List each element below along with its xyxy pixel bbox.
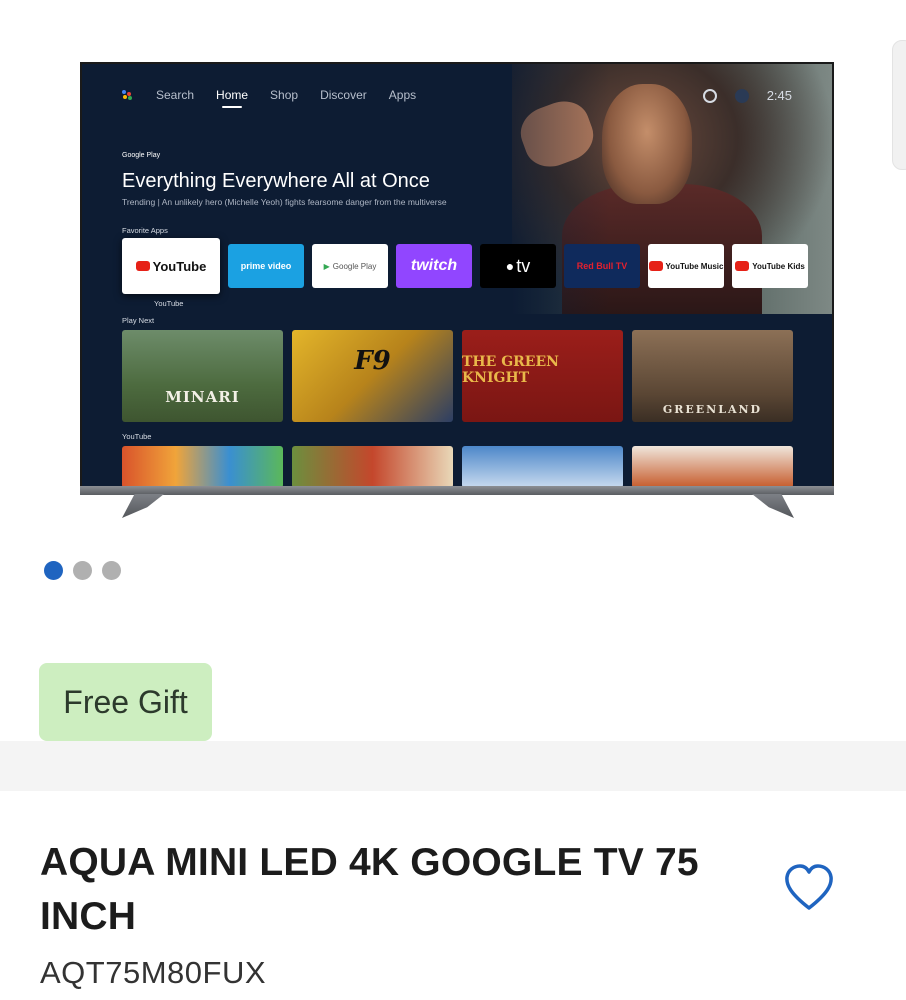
carousel-dot-2[interactable]	[73, 561, 92, 580]
tv-brand-label: Google Play	[122, 152, 161, 159]
app-tile-red-bull-tv: Red Bull TV	[564, 244, 640, 288]
app-tile-prime-video: prime video	[228, 244, 304, 288]
app-tile-twitch: twitch	[396, 244, 472, 288]
app-tile-google-play: ▶ Google Play	[312, 244, 388, 288]
free-gift-badge: Free Gift	[39, 663, 212, 741]
tv-nav-shop: Shop	[270, 88, 299, 102]
tv-feature-subtitle: Trending | An unlikely hero (Michelle Ye…	[122, 197, 447, 207]
app-tile-youtube-kids: YouTube Kids	[732, 244, 808, 288]
card-title: MINARI	[165, 388, 240, 406]
tv-play-next-row: MINARI F9 THE GREEN KNIGHT GREENLAND	[122, 330, 793, 422]
profile-icon	[734, 88, 749, 103]
tv-clock: 2:45	[766, 88, 792, 103]
tv-stand-left	[122, 494, 164, 518]
tv-youtube-row-label: YouTube	[122, 432, 152, 441]
youtube-card	[462, 446, 623, 488]
product-title: AQUA MINI LED 4K GOOGLE TV 75 INCH	[40, 841, 699, 938]
play-next-card: MINARI	[122, 330, 283, 422]
gear-icon	[702, 88, 717, 103]
apple-icon: ●	[505, 258, 515, 274]
app-label: twitch	[410, 257, 458, 274]
tv-feature-title: Everything Everywhere All at Once	[122, 170, 430, 192]
app-label: tv	[516, 255, 531, 276]
gallery-side-handle[interactable]	[892, 40, 906, 170]
tv-nav-home: Home	[216, 88, 249, 108]
app-tile-youtube: YouTube	[122, 238, 220, 294]
app-label: prime video	[240, 261, 292, 271]
tv-nav-search: Search	[156, 88, 195, 102]
carousel-dot-1[interactable]	[44, 561, 63, 580]
youtube-icon	[135, 261, 150, 271]
product-sku: AQT75M80FUX	[40, 955, 267, 990]
play-next-card: THE GREEN KNIGHT	[462, 330, 623, 422]
app-label: Red Bull TV	[576, 261, 628, 271]
section-divider	[0, 741, 906, 791]
google-assistant-icon	[122, 90, 132, 100]
card-title: F9	[354, 346, 391, 376]
tv-favorite-apps-label: Favorite Apps	[122, 226, 168, 235]
play-next-card: GREENLAND	[632, 330, 793, 422]
wishlist-button[interactable]	[781, 861, 837, 915]
app-label: YouTube Music	[665, 261, 724, 271]
youtube-kids-icon	[735, 261, 750, 271]
tv-bezel	[80, 486, 834, 495]
app-label: YouTube	[152, 258, 207, 274]
card-title: THE GREEN KNIGHT	[462, 354, 559, 386]
tv-status-bar: 2:45	[702, 88, 792, 103]
tv-nav-bar: Search Home Shop Discover Apps	[122, 88, 417, 108]
youtube-card	[122, 446, 283, 488]
card-title: GREENLAND	[662, 403, 763, 416]
tv-app-row: YouTube prime video ▶ Google Play twitch …	[122, 238, 808, 294]
youtube-card	[632, 446, 793, 488]
heart-icon	[785, 864, 833, 910]
youtube-music-icon	[648, 261, 663, 271]
play-next-card: F9	[292, 330, 453, 422]
app-tile-youtube-music: YouTube Music	[648, 244, 724, 288]
tv-nav-discover: Discover	[320, 88, 367, 102]
tv-play-next-label: Play Next	[122, 316, 155, 325]
tv-stand-right	[752, 494, 794, 518]
product-image-gallery[interactable]: Search Home Shop Discover Apps 2:45 Goog…	[0, 0, 906, 620]
app-label: Google Play	[332, 261, 377, 271]
google-play-icon: ▶	[323, 261, 330, 271]
tv-focused-app-caption: YouTube	[154, 299, 184, 308]
carousel-indicator	[44, 561, 121, 580]
app-tile-apple-tv: ● tv	[480, 244, 556, 288]
tv-nav-apps: Apps	[388, 88, 417, 102]
youtube-card	[292, 446, 453, 488]
app-label: YouTube Kids	[752, 261, 805, 271]
tv-youtube-row	[122, 446, 793, 488]
carousel-dot-3[interactable]	[102, 561, 121, 580]
tv-screen-image: Search Home Shop Discover Apps 2:45 Goog…	[80, 62, 834, 490]
